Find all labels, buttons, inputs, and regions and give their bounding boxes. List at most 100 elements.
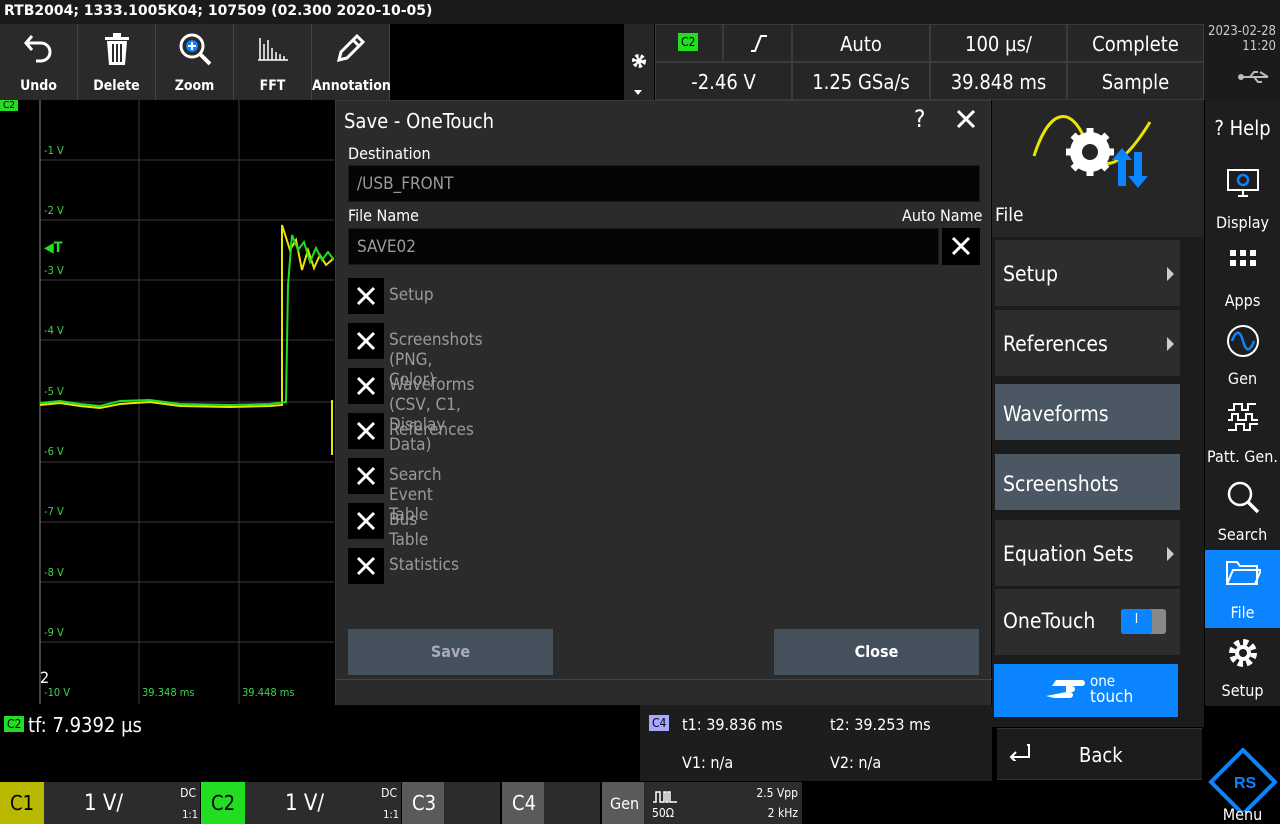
menu-item-references[interactable]: References <box>995 310 1180 376</box>
channel-c2-tab[interactable]: C2 <box>201 782 245 824</box>
volt-label: -1 V <box>44 144 64 157</box>
gear-icon <box>1205 636 1280 674</box>
menu-item-equation-sets[interactable]: Equation Sets <box>995 520 1180 586</box>
sample-rate[interactable]: 1.25 GSa/s <box>792 62 930 100</box>
option-checkbox[interactable] <box>348 413 384 449</box>
channel-c1-settings[interactable]: 1 V/ DC 1:1 <box>44 782 200 824</box>
channel-c1-tab[interactable]: C1 <box>0 782 44 824</box>
c1-probe: 1:1 <box>182 808 198 821</box>
pencil-icon <box>312 32 389 68</box>
option-label: Waveforms (CSV, C1, Display Data) <box>389 375 475 455</box>
trigger-mode[interactable]: Auto <box>792 24 930 62</box>
menu-item-onetouch[interactable]: OneTouch I <box>995 589 1180 655</box>
timebase[interactable]: 100 µs/ <box>930 24 1067 62</box>
arrow-right-icon <box>1167 267 1174 281</box>
option-checkbox[interactable] <box>348 548 384 584</box>
option-checkbox[interactable] <box>348 458 384 494</box>
menu-item-screenshots[interactable]: Screenshots <box>995 454 1180 510</box>
waveform-display[interactable]: C2 ◀T -1 V -2 V -3 V -4 V -5 V -6 V -7 V… <box>0 100 334 704</box>
option-checkbox[interactable] <box>348 503 384 539</box>
sidebar-apps[interactable]: Apps <box>1205 238 1280 316</box>
save-button[interactable]: Save <box>348 629 553 675</box>
close-button[interactable]: Close <box>774 629 979 675</box>
destination-field[interactable]: /USB_FRONT <box>348 165 980 202</box>
undo-icon <box>0 32 77 68</box>
trigger-marker[interactable]: ◀T <box>44 240 62 256</box>
destination-label: Destination <box>348 144 431 163</box>
search-icon <box>1205 480 1280 518</box>
volt-label: -2 V <box>44 204 64 217</box>
datetime: 2023-02-28 11:20 <box>1204 24 1280 100</box>
cursor-readout[interactable]: C4 t1: 39.836 ms t2: 39.253 ms V1: n/a V… <box>640 705 992 781</box>
zoom-icon <box>156 32 233 70</box>
onetouch-toggle[interactable]: I <box>1121 609 1166 634</box>
cursor-v1: V1: n/a <box>682 753 734 772</box>
sidebar-setup[interactable]: Setup <box>1205 628 1280 706</box>
sidebar-help-label: ? Help <box>1214 116 1271 140</box>
check-x-icon <box>356 376 376 396</box>
check-x-icon <box>356 466 376 486</box>
cursor-t1: t1: 39.836 ms <box>682 715 783 734</box>
close-icon[interactable] <box>954 107 978 135</box>
sidebar-patt-gen[interactable]: Patt. Gen. <box>1205 394 1280 472</box>
sidebar-display[interactable]: Display <box>1205 160 1280 238</box>
menu-label: Menu <box>1222 805 1263 824</box>
volt-label: -4 V <box>44 324 64 337</box>
measurement-value[interactable]: tf: 7.9392 µs <box>28 713 142 737</box>
annotation-button[interactable]: Annotation <box>312 24 391 100</box>
volt-label: -7 V <box>44 505 64 518</box>
sidebar-gen[interactable]: Gen <box>1205 316 1280 394</box>
zoom-button[interactable]: Zoom <box>156 24 234 100</box>
acquisition-status[interactable]: Complete <box>1067 24 1204 62</box>
menu-button[interactable]: RS Menu <box>1205 706 1280 824</box>
fft-button[interactable]: FFT <box>234 24 312 100</box>
onetouch-button[interactable]: one touch <box>994 664 1178 717</box>
hand-pointer-icon <box>1042 674 1088 708</box>
check-x-icon <box>356 556 376 576</box>
gen-tab[interactable]: Gen <box>602 782 644 824</box>
menu-item-waveforms[interactable]: Waveforms <box>995 384 1180 440</box>
time-position[interactable]: 39.848 ms <box>930 62 1067 100</box>
trigger-source-tag: C2 <box>678 33 699 51</box>
back-button[interactable]: Back <box>997 728 1202 780</box>
back-label: Back <box>1079 743 1123 767</box>
cursor-t2: t2: 39.253 ms <box>830 715 931 734</box>
gen-settings[interactable]: 50Ω 2.5 Vpp 2 kHz <box>644 782 802 824</box>
volt-label: -8 V <box>44 566 64 579</box>
autoname-checkbox[interactable] <box>942 228 980 265</box>
menu-item-setup[interactable]: Setup <box>995 240 1180 306</box>
c2-probe: 1:1 <box>383 808 399 821</box>
channel-c4-settings[interactable] <box>544 782 600 824</box>
back-arrow-icon <box>1007 743 1031 765</box>
channel-c3-settings[interactable] <box>444 782 500 824</box>
sidebar-gen-label: Gen <box>1227 369 1258 388</box>
option-checkbox[interactable] <box>348 278 384 314</box>
channel-c3-tab[interactable]: C3 <box>402 782 444 824</box>
sidebar-file[interactable]: File <box>1205 550 1280 628</box>
option-checkbox[interactable] <box>348 368 384 404</box>
header-settings-button[interactable] <box>624 24 654 100</box>
sidebar-apps-label: Apps <box>1224 291 1261 310</box>
sidebar-search[interactable]: Search <box>1205 472 1280 550</box>
option-checkbox[interactable] <box>348 323 384 359</box>
trigger-source[interactable]: C2 <box>655 24 723 62</box>
gen-impedance: 50Ω <box>652 806 674 820</box>
menu-item-label: Screenshots <box>1003 472 1119 496</box>
trigger-level[interactable]: -2.46 V <box>655 62 792 100</box>
volt-label: -9 V <box>44 626 64 639</box>
trigger-slope[interactable] <box>723 24 792 62</box>
channel-c4-tab[interactable]: C4 <box>502 782 544 824</box>
channel-c2-settings[interactable]: 1 V/ DC 1:1 <box>245 782 401 824</box>
undo-button[interactable]: Undo <box>0 24 78 100</box>
sidebar-display-label: Display <box>1215 213 1270 232</box>
acquisition-mode[interactable]: Sample <box>1067 62 1204 100</box>
c2-coupling: DC <box>381 786 397 800</box>
filename-field[interactable]: SAVE02 <box>348 228 939 265</box>
cursor-v2: V2: n/a <box>830 753 882 772</box>
volt-label: -3 V <box>44 264 64 277</box>
rising-edge-icon <box>749 33 769 58</box>
reference-marker[interactable]: 2 <box>40 668 49 687</box>
help-icon[interactable]: ? <box>914 105 925 133</box>
delete-button[interactable]: Delete <box>78 24 156 100</box>
divider <box>336 679 992 680</box>
